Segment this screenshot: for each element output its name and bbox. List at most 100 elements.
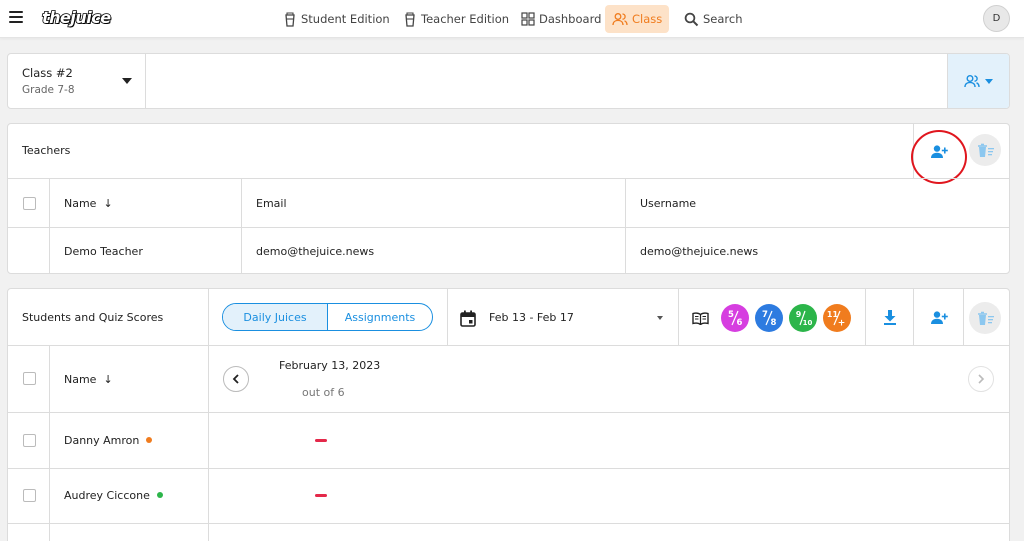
select-all-students-checkbox[interactable] xyxy=(23,372,36,385)
class-name: Class #2 xyxy=(22,66,73,80)
missing-score-dash xyxy=(315,494,327,497)
previous-day-button[interactable] xyxy=(223,366,249,392)
grade-level-5-6-icon: 56 xyxy=(728,310,743,328)
nav-teacher-edition[interactable]: Teacher Edition xyxy=(396,5,516,33)
add-user-icon xyxy=(930,310,948,324)
download-icon xyxy=(883,310,896,325)
divider xyxy=(8,345,1009,346)
day-subtitle: out of 6 xyxy=(302,386,345,399)
grade-level-11-plus-icon: 11+ xyxy=(827,310,846,329)
column-header-email[interactable]: Email xyxy=(256,197,287,210)
nav-label: Search xyxy=(703,12,743,26)
divider xyxy=(963,289,964,345)
divider xyxy=(678,289,679,345)
divider xyxy=(8,412,1009,413)
top-navigation-bar: thejuice Student Edition Teacher Edition… xyxy=(0,0,1024,38)
nav-label: Class xyxy=(632,12,663,26)
users-icon xyxy=(612,13,628,26)
grade-level-9-10-icon: 910 xyxy=(796,310,813,327)
reading-mode-button[interactable] xyxy=(688,307,712,329)
column-header-label: Name xyxy=(64,197,97,210)
nav-search[interactable]: Search xyxy=(677,5,750,33)
column-header-username[interactable]: Username xyxy=(640,197,696,210)
student-row-checkbox[interactable] xyxy=(23,489,36,502)
sort-arrow-down-icon: ↓ xyxy=(103,197,113,210)
thejuice-logo[interactable]: thejuice xyxy=(41,7,112,28)
grade-level-7-8-icon: 78 xyxy=(762,310,777,328)
grade-level-5-6-button[interactable]: 56 xyxy=(721,304,749,332)
class-selector-panel: Class #2 Grade 7-8 xyxy=(7,53,1010,109)
column-header-name[interactable]: Name ↓ xyxy=(64,197,113,210)
remove-student-button[interactable] xyxy=(969,302,1001,334)
divider xyxy=(241,178,242,273)
teacher-name: Demo Teacher xyxy=(64,245,143,258)
missing-score-dash xyxy=(315,439,327,442)
svg-text:6: 6 xyxy=(737,318,743,328)
divider xyxy=(447,289,448,345)
students-title: Students and Quiz Scores xyxy=(22,311,164,324)
caret-down-icon xyxy=(122,78,132,84)
toggle-daily-juices[interactable]: Daily Juices xyxy=(223,304,328,330)
class-grade: Grade 7-8 xyxy=(22,84,75,96)
class-users-menu-button[interactable] xyxy=(947,54,1009,108)
teacher-email: demo@thejuice.news xyxy=(256,245,375,258)
student-name[interactable]: Danny Amron xyxy=(64,434,153,447)
divider xyxy=(8,227,1009,228)
sort-arrow-down-icon: ↓ xyxy=(103,373,113,386)
nav-student-edition[interactable]: Student Edition xyxy=(276,5,397,33)
download-button[interactable] xyxy=(866,289,913,345)
student-name-text: Audrey Ciccone xyxy=(64,489,150,502)
divider xyxy=(8,523,1009,524)
svg-text:9: 9 xyxy=(796,310,802,319)
trash-icon xyxy=(977,311,994,325)
student-name[interactable]: Audrey Ciccone xyxy=(64,489,163,502)
column-header-label: Name xyxy=(64,373,97,386)
svg-text:+: + xyxy=(838,319,846,329)
user-avatar[interactable]: D xyxy=(983,5,1010,32)
svg-text:7: 7 xyxy=(762,310,768,320)
svg-text:10: 10 xyxy=(803,319,813,327)
grade-level-11-plus-button[interactable]: 11 + xyxy=(823,304,851,332)
grade-level-7-8-button[interactable]: 78 xyxy=(755,304,783,332)
teacher-username: demo@thejuice.news xyxy=(640,245,759,258)
teachers-panel: Teachers Name ↓ Email Username Demo Teac… xyxy=(7,123,1010,274)
divider xyxy=(625,178,626,273)
book-icon xyxy=(691,311,709,325)
student-name-text: Danny Amron xyxy=(64,434,140,447)
divider xyxy=(8,468,1009,469)
hamburger-menu-icon[interactable] xyxy=(9,11,23,25)
search-icon xyxy=(684,12,699,26)
nav-label: Dashboard xyxy=(539,12,602,26)
trash-icon xyxy=(977,143,994,157)
toggle-assignments[interactable]: Assignments xyxy=(328,304,432,330)
nav-dashboard[interactable]: Dashboard xyxy=(514,5,608,33)
select-all-teachers-checkbox[interactable] xyxy=(23,197,36,210)
date-picker[interactable] xyxy=(457,307,479,329)
nav-label: Student Edition xyxy=(301,12,390,26)
svg-text:5: 5 xyxy=(728,310,734,320)
add-user-icon xyxy=(930,144,948,158)
column-header-name[interactable]: Name ↓ xyxy=(64,373,113,386)
grid-icon xyxy=(521,12,535,26)
next-day-button[interactable] xyxy=(968,366,994,392)
svg-text:8: 8 xyxy=(771,318,777,328)
date-range[interactable]: Feb 13 - Feb 17 xyxy=(489,311,574,324)
caret-down-icon[interactable] xyxy=(657,316,663,320)
chevron-right-icon xyxy=(978,374,985,384)
cup-icon xyxy=(405,11,415,27)
add-teacher-button[interactable] xyxy=(914,124,964,178)
cup-icon xyxy=(285,11,295,27)
view-toggle: Daily Juices Assignments xyxy=(222,303,433,331)
grade-level-9-10-button[interactable]: 9 10 xyxy=(789,304,817,332)
divider xyxy=(49,178,50,273)
divider xyxy=(208,289,209,541)
student-row-checkbox[interactable] xyxy=(23,434,36,447)
remove-teacher-button[interactable] xyxy=(969,134,1001,166)
nav-class[interactable]: Class xyxy=(605,5,670,33)
divider xyxy=(49,345,50,541)
users-icon xyxy=(964,75,980,88)
caret-down-icon xyxy=(985,78,993,84)
add-student-button[interactable] xyxy=(914,289,964,345)
status-dot xyxy=(146,437,153,443)
class-dropdown[interactable]: Class #2 Grade 7-8 xyxy=(8,54,146,108)
